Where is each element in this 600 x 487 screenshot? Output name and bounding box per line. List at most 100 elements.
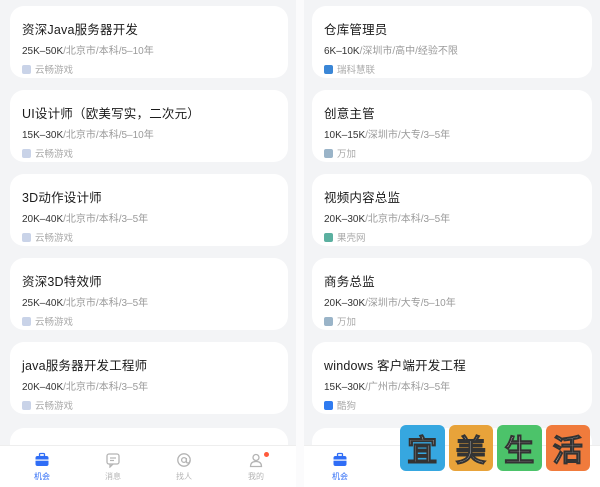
bottom-tab-bar: 机会 消息 找人 我的 xyxy=(0,445,296,487)
job-title: 仓库管理员 xyxy=(324,23,388,37)
company-name: 云畅游戏 xyxy=(35,233,74,244)
company-row: 云畅游戏 xyxy=(22,62,73,76)
company-name: 云畅游戏 xyxy=(35,65,74,76)
job-title: java服务器开发工程师 xyxy=(22,359,148,373)
tab-label: 找人 xyxy=(176,472,192,481)
job-meta: 25K–40K/北京市/本科/3–5年 xyxy=(22,294,148,309)
job-salary: 20K–40K xyxy=(22,214,64,225)
company-name: 云畅游戏 xyxy=(35,401,74,412)
job-meta: 10K–15K/深圳市/大专/3–5年 xyxy=(324,126,450,141)
company-row: 云畅游戏 xyxy=(22,230,73,244)
job-card[interactable]: 3D动作设计师 20K–40K/北京市/本科/3–5年 云畅游戏 xyxy=(10,174,288,246)
job-meta: 15K–30K/广州市/本科/3–5年 xyxy=(324,378,450,393)
company-name: 瑞科慧联 xyxy=(337,65,376,76)
company-name: 酷狗 xyxy=(337,401,357,412)
watermark-char: 宜 xyxy=(400,425,445,471)
company-logo-icon xyxy=(22,400,31,410)
panel-divider xyxy=(296,0,304,487)
job-details: /广州市/本科/3–5年 xyxy=(365,382,451,393)
job-details: /深圳市/高中/经验不限 xyxy=(359,46,458,57)
job-salary: 20K–40K xyxy=(22,382,64,393)
job-card[interactable]: 创意主管 10K–15K/深圳市/大专/3–5年 万加 xyxy=(312,90,592,162)
watermark-char: 活 xyxy=(545,425,590,471)
tab-opportunities[interactable]: 机会 xyxy=(320,452,360,482)
watermark-char: 生 xyxy=(497,425,542,471)
job-salary: 25K–50K xyxy=(22,46,64,57)
job-title: 资深Java服务器开发 xyxy=(22,23,139,37)
company-row: 云畅游戏 xyxy=(22,146,73,160)
job-title: 创意主管 xyxy=(324,107,375,121)
company-row: 云畅游戏 xyxy=(22,314,73,328)
briefcase-icon xyxy=(35,452,49,466)
company-name: 果壳网 xyxy=(337,233,366,244)
job-card[interactable]: java服务器开发工程师 20K–40K/北京市/本科/3–5年 云畅游戏 xyxy=(10,342,288,414)
company-row: 瑞科慧联 xyxy=(324,62,375,76)
job-meta: 25K–50K/北京市/本科/5–10年 xyxy=(22,42,154,57)
message-icon xyxy=(106,453,120,468)
job-salary: 15K–30K xyxy=(324,382,366,393)
company-logo-icon xyxy=(324,232,333,242)
company-name: 云畅游戏 xyxy=(35,149,74,160)
job-list-left: 资深Java服务器开发 25K–50K/北京市/本科/5–10年 云畅游戏 UI… xyxy=(0,0,296,487)
job-salary: 20K–30K xyxy=(324,298,366,309)
job-details: /北京市/本科/5–10年 xyxy=(63,46,154,57)
job-list-right: 仓库管理员 6K–10K/深圳市/高中/经验不限 瑞科慧联 创意主管 10K–1… xyxy=(304,0,600,487)
company-row: 万加 xyxy=(324,146,356,160)
job-card[interactable]: UI设计师（欧美写实，二次元） 15K–30K/北京市/本科/5–10年 云畅游… xyxy=(10,90,288,162)
job-card[interactable]: windows 客户端开发工程 15K–30K/广州市/本科/3–5年 酷狗 xyxy=(312,342,592,414)
tab-find-people[interactable]: 找人 xyxy=(164,452,204,482)
briefcase-icon xyxy=(333,452,347,466)
company-name: 万加 xyxy=(337,317,357,328)
company-name: 万加 xyxy=(337,149,357,160)
company-logo-icon xyxy=(324,316,333,326)
company-logo-icon xyxy=(22,64,31,74)
job-details: /深圳市/大专/3–5年 xyxy=(365,130,451,141)
job-details: /北京市/本科/3–5年 xyxy=(63,382,149,393)
job-details: /深圳市/大专/5–10年 xyxy=(365,298,456,309)
job-meta: 20K–40K/北京市/本科/3–5年 xyxy=(22,378,148,393)
job-details: /北京市/本科/3–5年 xyxy=(63,298,149,309)
company-logo-icon xyxy=(324,400,333,410)
job-salary: 10K–15K xyxy=(324,130,366,141)
job-title: 商务总监 xyxy=(324,275,375,289)
job-meta: 20K–30K/深圳市/大专/5–10年 xyxy=(324,294,456,309)
tab-profile[interactable]: 我的 xyxy=(236,452,276,482)
company-logo-icon xyxy=(22,148,31,158)
watermark-char: 美 xyxy=(448,425,493,471)
job-card[interactable]: 视频内容总监 20K–30K/北京市/本科/3–5年 果壳网 xyxy=(312,174,592,246)
company-logo-icon xyxy=(22,232,31,242)
job-details: /北京市/本科/3–5年 xyxy=(365,214,451,225)
job-card[interactable]: 商务总监 20K–30K/深圳市/大专/5–10年 万加 xyxy=(312,258,592,330)
tab-label: 我的 xyxy=(248,472,264,481)
company-logo-icon xyxy=(22,316,31,326)
job-meta: 15K–30K/北京市/本科/5–10年 xyxy=(22,126,154,141)
company-logo-icon xyxy=(324,148,333,158)
company-logo-icon xyxy=(324,64,333,74)
job-title: 3D动作设计师 xyxy=(22,191,102,205)
job-title: 资深3D特效师 xyxy=(22,275,102,289)
watermark-logo: 宜 美 生 活 xyxy=(400,425,590,471)
job-details: /北京市/本科/3–5年 xyxy=(63,214,149,225)
job-title: windows 客户端开发工程 xyxy=(324,359,466,373)
company-name: 云畅游戏 xyxy=(35,317,74,328)
tab-label: 机会 xyxy=(332,472,348,481)
at-icon xyxy=(177,453,191,467)
profile-icon xyxy=(249,453,263,468)
job-salary: 25K–40K xyxy=(22,298,64,309)
job-card[interactable]: 资深3D特效师 25K–40K/北京市/本科/3–5年 云畅游戏 xyxy=(10,258,288,330)
tab-messages[interactable]: 消息 xyxy=(93,452,133,482)
job-card[interactable]: 资深Java服务器开发 25K–50K/北京市/本科/5–10年 云畅游戏 xyxy=(10,6,288,78)
job-salary: 20K–30K xyxy=(324,214,366,225)
job-card[interactable]: 仓库管理员 6K–10K/深圳市/高中/经验不限 瑞科慧联 xyxy=(312,6,592,78)
job-salary: 15K–30K xyxy=(22,130,64,141)
tab-label: 消息 xyxy=(105,472,121,481)
job-meta: 6K–10K/深圳市/高中/经验不限 xyxy=(324,42,458,57)
notification-dot xyxy=(264,452,269,457)
tab-label: 机会 xyxy=(34,472,50,481)
company-row: 万加 xyxy=(324,314,356,328)
company-row: 酷狗 xyxy=(324,398,356,412)
tab-opportunities[interactable]: 机会 xyxy=(22,452,62,482)
company-row: 果壳网 xyxy=(324,230,366,244)
job-title: 视频内容总监 xyxy=(324,191,401,205)
job-salary: 6K–10K xyxy=(324,46,360,57)
